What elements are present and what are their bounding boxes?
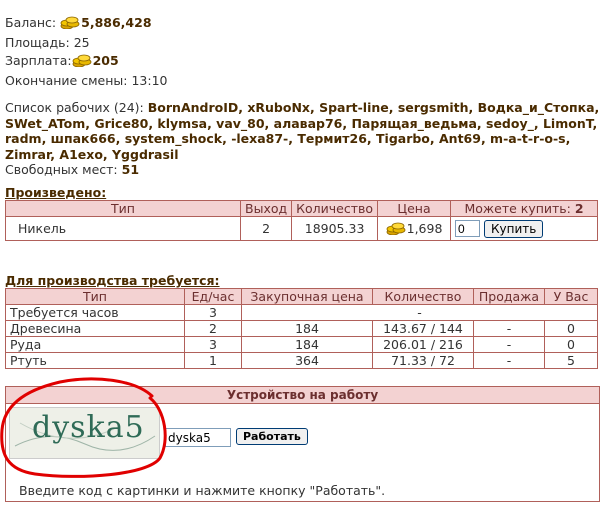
req-purchase-price: 364 — [241, 352, 373, 369]
req-quantity: 206.01 / 216 — [372, 336, 474, 353]
coins-icon — [386, 222, 406, 235]
shift-end-label: Окончание смены: — [5, 73, 128, 88]
shift-end-line: Окончание смены: 13:10 — [5, 73, 167, 88]
product-price-value: 1,698 — [406, 221, 443, 236]
req-purchase-price: 184 — [241, 336, 373, 353]
req-col-purchase-price: Закупочная цена — [241, 288, 373, 305]
job-panel: Устройство на работу dyska5 Работать Вве… — [5, 386, 600, 502]
buy-quantity-input[interactable] — [455, 220, 481, 237]
table-header-row: Тип Ед/час Закупочная цена Количество Пр… — [5, 288, 598, 305]
req-purchase-price: 184 — [241, 320, 373, 337]
workers-list: Список рабочих (24): BornAndroID, xRuboN… — [5, 100, 605, 178]
product-type: Никель — [5, 216, 241, 241]
can-buy-label: Можете купить: — [464, 201, 571, 216]
product-output: 2 — [239, 216, 293, 241]
req-have: 5 — [544, 352, 598, 369]
table-row: Требуется часов 3 - — [5, 304, 598, 321]
req-type: Древесина — [5, 320, 185, 337]
free-slots-value: 51 — [121, 162, 140, 177]
col-type: Тип — [5, 200, 241, 217]
area-value: 25 — [73, 35, 90, 50]
req-quantity: 71.33 / 72 — [372, 352, 474, 369]
req-type: Руда — [5, 336, 185, 353]
table-row: Древесина 2 184 143.67 / 144 - 0 — [5, 320, 598, 337]
req-have: 0 — [544, 336, 598, 353]
balance-line: Баланс: 5,886,428 — [5, 15, 152, 30]
table-row: Никель 2 18905.33 1,698 Купить — [5, 216, 598, 241]
shift-end-value: 13:10 — [131, 73, 168, 88]
table-row: Руда 3 184 206.01 / 216 - 0 — [5, 336, 598, 353]
requirements-title: Для производства требуется: — [5, 273, 220, 288]
req-rate: 3 — [184, 336, 242, 353]
req-quantity: 143.67 / 144 — [372, 320, 474, 337]
req-rate: 3 — [184, 304, 242, 321]
table-row: Ртуть 1 364 71.33 / 72 - 5 — [5, 352, 598, 369]
col-price: Цена — [377, 200, 452, 217]
product-price: 1,698 — [377, 216, 452, 241]
balance-value: 5,886,428 — [81, 15, 152, 30]
req-rate: 2 — [184, 320, 242, 337]
coins-icon — [60, 16, 80, 29]
buy-cell: Купить — [450, 216, 598, 241]
req-col-type: Тип — [5, 288, 185, 305]
col-can-buy: Можете купить: 2 — [450, 200, 598, 217]
req-have: 0 — [544, 320, 598, 337]
captcha-code-input[interactable] — [165, 428, 231, 447]
req-sale: - — [473, 336, 545, 353]
req-sale: - — [473, 352, 545, 369]
req-sale: - — [473, 320, 545, 337]
buy-button[interactable]: Купить — [484, 219, 544, 238]
req-col-sale: Продажа — [473, 288, 545, 305]
salary-value: 205 — [92, 53, 119, 68]
captcha-hint: Введите код с картинки и нажмите кнопку … — [19, 483, 386, 498]
table-header-row: Тип Выход Количество Цена Можете купить:… — [5, 200, 598, 217]
captcha-text: dyska5 — [32, 410, 145, 445]
salary-label: Зарплата: — [5, 53, 72, 68]
req-type: Ртуть — [5, 352, 185, 369]
req-type: Требуется часов — [5, 304, 185, 321]
workers-label: Список рабочих (24): — [5, 100, 144, 115]
req-col-quantity: Количество — [372, 288, 474, 305]
produced-title: Произведено: — [5, 185, 107, 200]
balance-label: Баланс: — [5, 15, 57, 30]
can-buy-value: 2 — [574, 201, 584, 216]
req-quantity: - — [241, 304, 598, 321]
req-rate: 1 — [184, 352, 242, 369]
product-quantity: 18905.33 — [291, 216, 379, 241]
area-line: Площадь: 25 — [5, 35, 90, 50]
col-quantity: Количество — [291, 200, 379, 217]
req-col-have: У Вас — [544, 288, 598, 305]
salary-line: Зарплата: 205 — [5, 53, 119, 68]
free-slots-label: Свободных мест: — [5, 162, 118, 177]
produced-table: Тип Выход Количество Цена Можете купить:… — [5, 200, 598, 241]
requirements-table: Тип Ед/час Закупочная цена Количество Пр… — [5, 288, 598, 369]
area-label: Площадь: — [5, 35, 70, 50]
col-output: Выход — [239, 200, 293, 217]
job-panel-title: Устройство на работу — [6, 387, 599, 404]
work-button[interactable]: Работать — [236, 428, 308, 445]
coins-icon — [72, 54, 91, 67]
captcha-image: dyska5 — [9, 407, 160, 459]
req-col-rate: Ед/час — [184, 288, 242, 305]
